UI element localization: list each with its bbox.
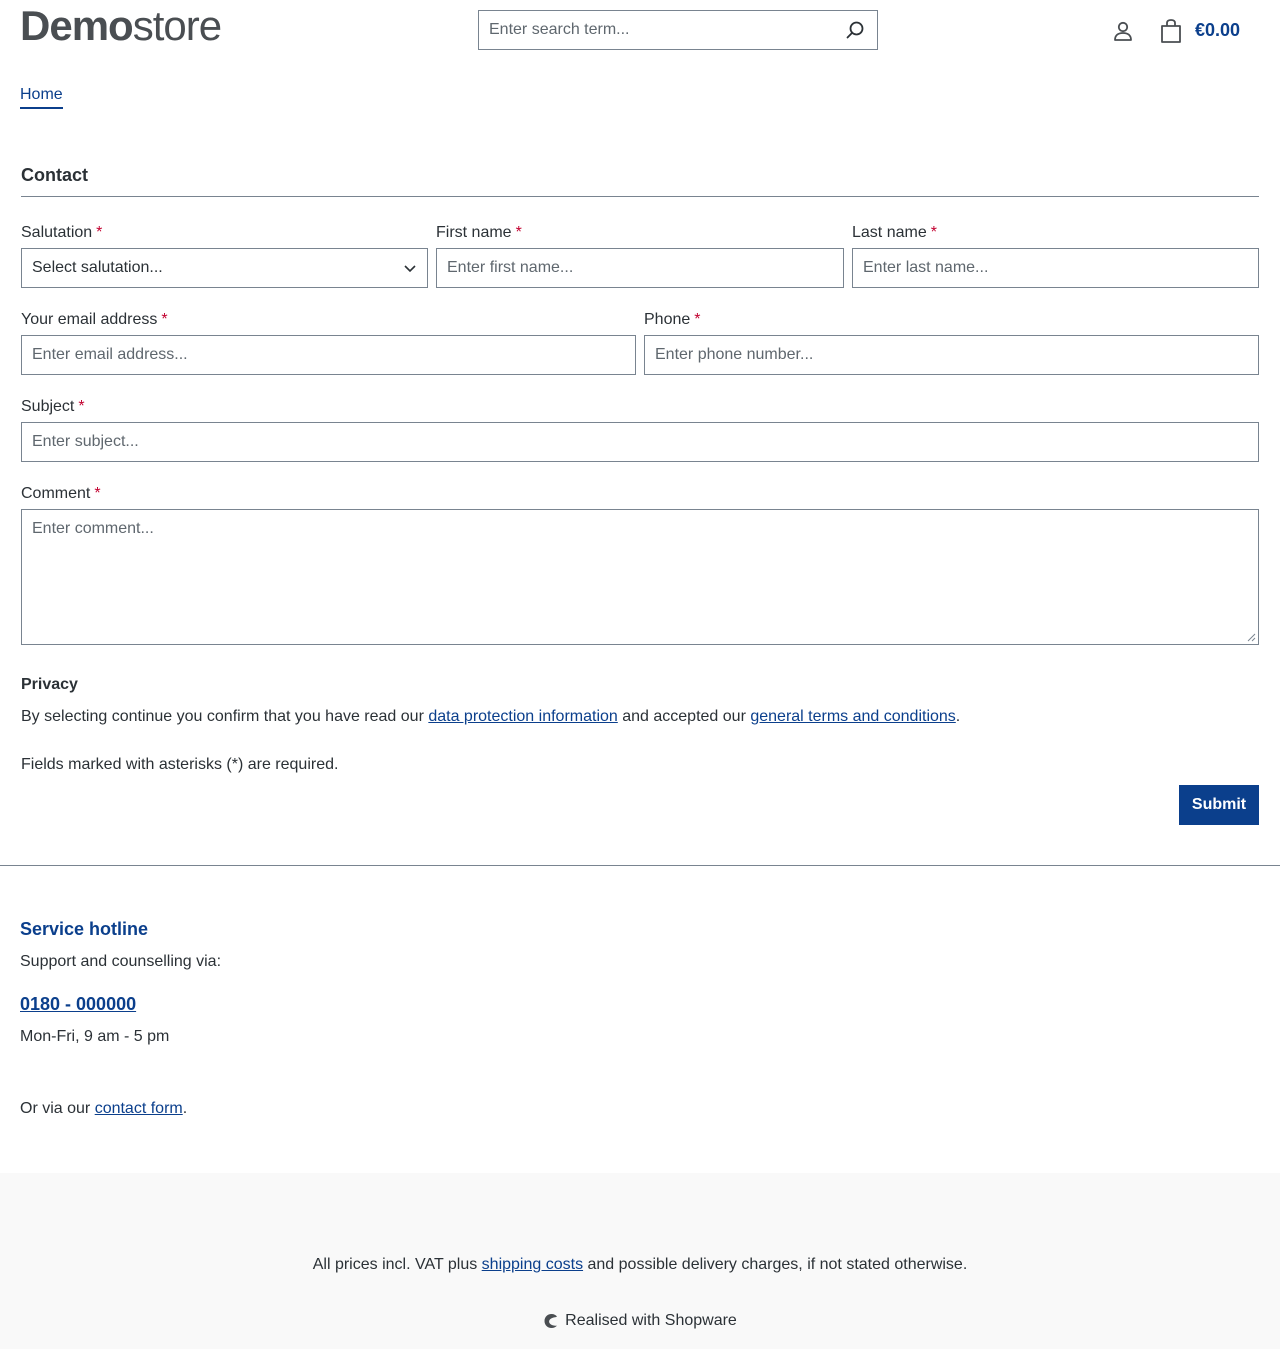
- last-name-label: Last name *: [852, 223, 937, 243]
- comment-field: [21, 509, 1259, 645]
- hotline-phone-link[interactable]: 0180 - 000000: [20, 992, 136, 1016]
- required-marker: *: [96, 224, 103, 241]
- breadcrumb-home[interactable]: Home: [20, 85, 63, 109]
- hotline-subtitle: Support and counselling via:: [20, 953, 222, 970]
- salutation-label: Salutation *: [21, 223, 102, 243]
- logo-bold-text: Demo: [20, 2, 134, 49]
- hotline-title: Service hotline: [20, 919, 149, 939]
- page-title: Contact: [21, 165, 88, 185]
- salutation-select[interactable]: Select salutation...: [21, 248, 428, 288]
- required-marker: *: [694, 311, 701, 328]
- required-marker: *: [161, 311, 168, 328]
- realised-text: Realised with Shopware: [565, 1312, 737, 1329]
- shopping-bag-icon: [1161, 19, 1181, 43]
- last-name-label-text: Last name: [852, 224, 927, 241]
- comment-textarea[interactable]: [22, 510, 1258, 644]
- privacy-text-2: and accepted our: [617, 708, 751, 725]
- cart-total[interactable]: €0.00: [1195, 18, 1240, 42]
- salutation-label-text: Salutation: [21, 224, 93, 241]
- submit-button[interactable]: Submit: [1179, 785, 1259, 825]
- contact-form-link[interactable]: contact form: [95, 1100, 183, 1117]
- phone-field: [644, 335, 1259, 375]
- hotline-hours: Mon-Fri, 9 am - 5 pm: [20, 1028, 170, 1045]
- contact-via-prefix: Or via our: [20, 1100, 95, 1117]
- last-name-field: [852, 248, 1259, 288]
- footer-divider: [0, 865, 1280, 866]
- email-field: [21, 335, 636, 375]
- user-icon: [1114, 21, 1132, 41]
- subject-label: Subject *: [21, 397, 85, 417]
- contact-via-end: .: [182, 1100, 188, 1117]
- terms-link[interactable]: general terms and conditions: [750, 708, 955, 725]
- required-marker: *: [78, 398, 85, 415]
- store-logo[interactable]: Demostore: [20, 2, 222, 49]
- email-label: Your email address *: [21, 310, 168, 330]
- resize-handle-icon[interactable]: [1246, 632, 1256, 642]
- phone-label-text: Phone: [644, 311, 691, 328]
- contact-via-text: Or via our contact form.: [20, 1099, 187, 1119]
- search-icon: [846, 21, 864, 39]
- email-label-text: Your email address: [21, 311, 158, 328]
- search-box: [478, 10, 878, 50]
- shipping-costs-link[interactable]: shipping costs: [482, 1256, 583, 1273]
- subject-input[interactable]: [22, 423, 1258, 461]
- shopware-logo-icon: [544, 1314, 558, 1328]
- comment-label-text: Comment: [21, 485, 91, 502]
- phone-input[interactable]: [645, 336, 1258, 374]
- privacy-text: By selecting continue you confirm that y…: [21, 707, 960, 727]
- comment-label: Comment *: [21, 484, 101, 504]
- first-name-label-text: First name: [436, 224, 512, 241]
- vat-text-2: and possible delivery charges, if not st…: [583, 1256, 968, 1273]
- chevron-down-icon: [404, 265, 416, 273]
- last-name-input[interactable]: [853, 249, 1258, 287]
- subject-field: [21, 422, 1259, 462]
- first-name-field: [436, 248, 844, 288]
- salutation-value: Select salutation...: [32, 259, 163, 276]
- required-note: Fields marked with asterisks (*) are req…: [21, 756, 339, 773]
- title-divider: [21, 196, 1259, 197]
- data-protection-link[interactable]: data protection information: [428, 708, 617, 725]
- cart-button[interactable]: [1158, 18, 1184, 44]
- first-name-label: First name *: [436, 223, 522, 243]
- required-marker: *: [515, 224, 522, 241]
- email-input[interactable]: [22, 336, 635, 374]
- vat-text-1: All prices incl. VAT plus: [312, 1256, 482, 1273]
- search-button[interactable]: [833, 11, 877, 49]
- phone-label: Phone *: [644, 310, 701, 330]
- account-button[interactable]: [1111, 19, 1135, 43]
- subject-label-text: Subject: [21, 398, 75, 415]
- first-name-input[interactable]: [437, 249, 843, 287]
- search-input[interactable]: [479, 11, 833, 49]
- realised-with-shopware[interactable]: Realised with Shopware: [0, 1311, 1280, 1331]
- privacy-text-1: By selecting continue you confirm that y…: [21, 708, 429, 725]
- required-marker: *: [930, 224, 937, 241]
- required-marker: *: [94, 485, 101, 502]
- logo-light-text: store: [132, 2, 222, 49]
- vat-notice: All prices incl. VAT plus shipping costs…: [0, 1255, 1280, 1275]
- privacy-title: Privacy: [21, 676, 78, 693]
- privacy-text-3: .: [955, 708, 961, 725]
